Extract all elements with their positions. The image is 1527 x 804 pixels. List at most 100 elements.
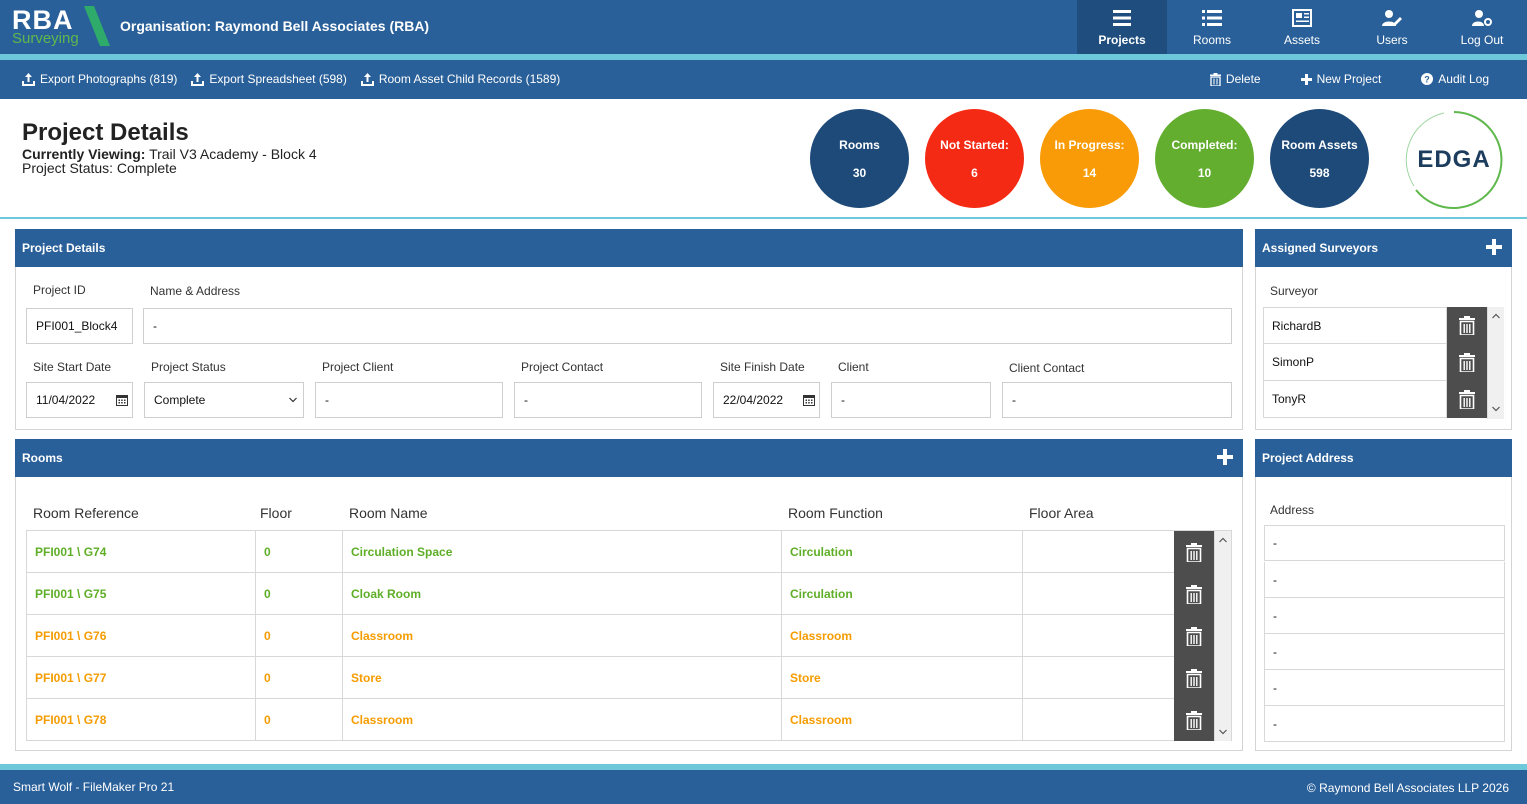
nav-logout[interactable]: Log Out	[1437, 0, 1527, 54]
panel-header: Assigned Surveyors	[1255, 229, 1512, 267]
address-line-field[interactable]: -	[1264, 562, 1505, 598]
new-project-label: New Project	[1316, 72, 1382, 86]
site-start-date-field[interactable]: 11/04/2022	[26, 382, 133, 418]
room-function-cell: Circulation	[782, 573, 1023, 614]
stat-in-progress[interactable]: In Progress: 14	[1040, 109, 1139, 208]
delete-button[interactable]: Delete	[1209, 72, 1261, 86]
nav-rooms[interactable]: Rooms	[1167, 0, 1257, 54]
address-line-field[interactable]: -	[1264, 670, 1505, 706]
list-item[interactable]: SimonP	[1263, 344, 1447, 381]
address-line-field[interactable]: -	[1264, 634, 1505, 670]
surveyor-name: RichardB	[1272, 319, 1322, 333]
room-asset-child-records-button[interactable]: Room Asset Child Records (1589)	[360, 72, 560, 86]
nav-users[interactable]: Users	[1347, 0, 1437, 54]
delete-room-button[interactable]	[1174, 657, 1214, 699]
column-header-room-name[interactable]: Room Name	[349, 505, 428, 521]
upload-icon	[191, 72, 205, 86]
plus-icon	[1300, 73, 1312, 85]
stat-rooms[interactable]: Rooms 30	[810, 109, 909, 208]
floor-area-cell	[1023, 615, 1174, 656]
audit-log-button[interactable]: ? Audit Log	[1421, 72, 1489, 86]
stat-value: 10	[1197, 166, 1212, 180]
floor-cell: 0	[256, 615, 343, 656]
rba-logo[interactable]: RBA Surveying	[12, 5, 112, 49]
table-row[interactable]: PFI001 \ G75 0 Cloak Room Circulation	[27, 573, 1174, 615]
surveyor-list-scrollbar[interactable]	[1487, 307, 1504, 419]
chevron-down-icon[interactable]	[1219, 728, 1227, 736]
delete-room-button[interactable]	[1174, 531, 1214, 573]
trash-icon	[1186, 710, 1202, 730]
table-row[interactable]: PFI001 \ G76 0 Classroom Classroom	[27, 615, 1174, 657]
project-client-field[interactable]: -	[315, 382, 503, 418]
project-status-value: Complete	[154, 393, 206, 407]
delete-room-button[interactable]	[1174, 615, 1214, 657]
address-line-field[interactable]: -	[1264, 706, 1505, 742]
surveyor-name: SimonP	[1272, 355, 1315, 369]
room-reference-cell: PFI001 \ G75	[27, 573, 256, 614]
table-row[interactable]: PFI001 \ G74 0 Circulation Space Circula…	[27, 531, 1174, 573]
floor-cell: 0	[256, 573, 343, 614]
floor-cell: 0	[256, 657, 343, 698]
project-status-line: Project Status: Complete	[22, 160, 177, 176]
new-project-button[interactable]: New Project	[1300, 72, 1382, 86]
stat-value: 30	[852, 166, 867, 180]
client-field[interactable]: -	[831, 382, 991, 418]
list-item[interactable]: RichardB	[1263, 307, 1447, 344]
address-line-field[interactable]: -	[1264, 525, 1505, 561]
export-spreadsheet-button[interactable]: Export Spreadsheet (598)	[191, 72, 347, 86]
add-surveyor-button[interactable]	[1486, 239, 1502, 255]
trash-icon	[1186, 542, 1202, 562]
chevron-up-icon[interactable]	[1492, 312, 1500, 320]
stat-completed[interactable]: Completed: 10	[1155, 109, 1254, 208]
calendar-icon[interactable]	[116, 394, 128, 406]
delete-surveyor-button[interactable]	[1447, 344, 1487, 381]
room-reference-cell: PFI001 \ G76	[27, 615, 256, 656]
site-finish-date-field[interactable]: 22/04/2022	[713, 382, 820, 418]
delete-surveyor-button[interactable]	[1447, 381, 1487, 418]
room-name-cell: Classroom	[343, 699, 782, 740]
column-header-floor-area[interactable]: Floor Area	[1029, 505, 1094, 521]
stat-value: 14	[1082, 166, 1097, 180]
project-contact-field[interactable]: -	[514, 382, 702, 418]
stat-not-started[interactable]: Not Started: 6	[925, 109, 1024, 208]
column-header-room-function[interactable]: Room Function	[788, 505, 883, 521]
project-id-field[interactable]: PFI001_Block4	[26, 308, 133, 344]
column-header-room-reference[interactable]: Room Reference	[33, 505, 139, 521]
delete-surveyor-button[interactable]	[1447, 307, 1487, 344]
project-status-select[interactable]: Complete	[144, 382, 304, 418]
delete-room-button[interactable]	[1174, 573, 1214, 615]
footer-app-name: Smart Wolf - FileMaker Pro 21	[13, 780, 175, 794]
table-row[interactable]: PFI001 \ G77 0 Store Store	[27, 657, 1174, 699]
page-title: Project Details	[22, 119, 189, 146]
stat-label: Not Started:	[940, 138, 1009, 152]
table-row[interactable]: PFI001 \ G78 0 Classroom Classroom	[27, 699, 1174, 741]
nav-assets[interactable]: Assets	[1257, 0, 1347, 54]
help-circle-icon: ?	[1421, 73, 1434, 85]
nav-users-label: Users	[1376, 33, 1408, 47]
rooms-table-scrollbar[interactable]	[1214, 531, 1231, 741]
project-status-label: Project Status	[151, 360, 226, 374]
name-address-field[interactable]: -	[143, 308, 1232, 344]
address-line-field[interactable]: -	[1264, 598, 1505, 634]
add-room-button[interactable]	[1217, 449, 1233, 465]
client-contact-label: Client Contact	[1009, 361, 1085, 375]
chevron-up-icon[interactable]	[1219, 536, 1227, 544]
trash-icon	[1186, 668, 1202, 688]
calendar-icon[interactable]	[803, 394, 815, 406]
svg-text:?: ?	[1425, 75, 1431, 85]
nav-projects[interactable]: Projects	[1077, 0, 1167, 54]
audit-log-label: Audit Log	[1438, 72, 1489, 86]
delete-label: Delete	[1225, 72, 1261, 86]
column-header-floor[interactable]: Floor	[260, 505, 292, 521]
chevron-down-icon[interactable]	[1492, 405, 1500, 413]
delete-room-button[interactable]	[1174, 699, 1214, 741]
export-photographs-button[interactable]: Export Photographs (819)	[22, 72, 177, 86]
floor-cell: 0	[256, 699, 343, 740]
nav-logout-label: Log Out	[1460, 33, 1504, 47]
stat-room-assets[interactable]: Room Assets 598	[1270, 109, 1369, 208]
list-item[interactable]: TonyR	[1263, 381, 1447, 418]
floor-cell: 0	[256, 531, 343, 572]
client-contact-field[interactable]: -	[1002, 382, 1232, 418]
user-edit-icon	[1382, 7, 1402, 29]
floor-area-cell	[1023, 573, 1174, 614]
